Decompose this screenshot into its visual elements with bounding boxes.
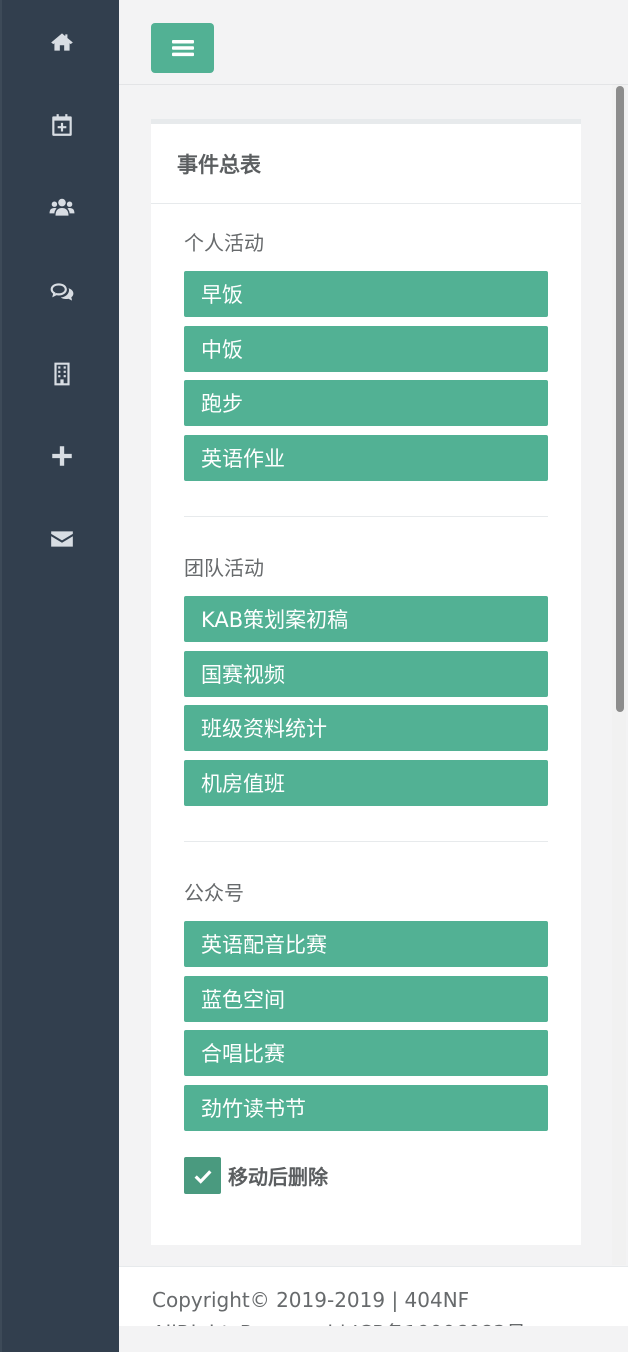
group-title-team: 团队活动 — [184, 556, 264, 580]
footer: Copyright© 2019-2019 | 404NF AllRightsRe… — [119, 1266, 628, 1326]
group-title-public-account: 公众号 — [184, 881, 244, 905]
event-item[interactable]: 跑步 — [184, 380, 548, 426]
event-item[interactable]: 合唱比赛 — [184, 1030, 548, 1076]
events-panel: 事件总表 个人活动 早饭 中饭 跑步 英语作业 团队活动 KAB策划案初稿 国赛… — [151, 119, 581, 1245]
event-item[interactable]: 国赛视频 — [184, 651, 548, 697]
remove-after-move-checkbox[interactable]: 移动后删除 — [184, 1157, 328, 1194]
top-navbar — [119, 0, 628, 85]
event-item[interactable]: 英语配音比赛 — [184, 921, 548, 967]
comments-icon[interactable] — [2, 272, 121, 312]
users-icon[interactable] — [2, 188, 121, 228]
checkbox-box[interactable] — [184, 1157, 221, 1194]
remove-after-move-label: 移动后删除 — [228, 1165, 328, 1189]
divider — [184, 841, 548, 842]
footer-copyright: Copyright© 2019-2019 | 404NF — [152, 1288, 470, 1312]
envelope-icon[interactable] — [2, 519, 121, 559]
menu-toggle-button[interactable] — [151, 23, 214, 73]
divider — [184, 516, 548, 517]
event-item[interactable]: 班级资料统计 — [184, 705, 548, 751]
building-icon[interactable] — [2, 354, 121, 394]
plus-icon[interactable] — [2, 436, 121, 476]
event-item[interactable]: 蓝色空间 — [184, 976, 548, 1022]
sidebar — [0, 0, 119, 1352]
calendar-plus-icon[interactable] — [2, 105, 121, 145]
event-item[interactable]: 劲竹读书节 — [184, 1085, 548, 1131]
footer-icp: AllRightsReserved | ICP备19006082号 — [152, 1317, 526, 1326]
event-item[interactable]: 早饭 — [184, 271, 548, 317]
bars-icon — [171, 40, 194, 57]
panel-title: 事件总表 — [177, 152, 261, 177]
event-item[interactable]: 英语作业 — [184, 435, 548, 481]
group-title-personal: 个人活动 — [184, 231, 264, 255]
scrollbar-thumb[interactable] — [616, 86, 624, 712]
panel-header: 事件总表 — [151, 124, 581, 204]
event-item[interactable]: 机房值班 — [184, 760, 548, 806]
home-icon[interactable] — [2, 22, 121, 62]
check-icon — [194, 1169, 211, 1184]
event-item[interactable]: 中饭 — [184, 326, 548, 372]
event-item[interactable]: KAB策划案初稿 — [184, 596, 548, 642]
bottom-strip — [119, 1326, 628, 1352]
